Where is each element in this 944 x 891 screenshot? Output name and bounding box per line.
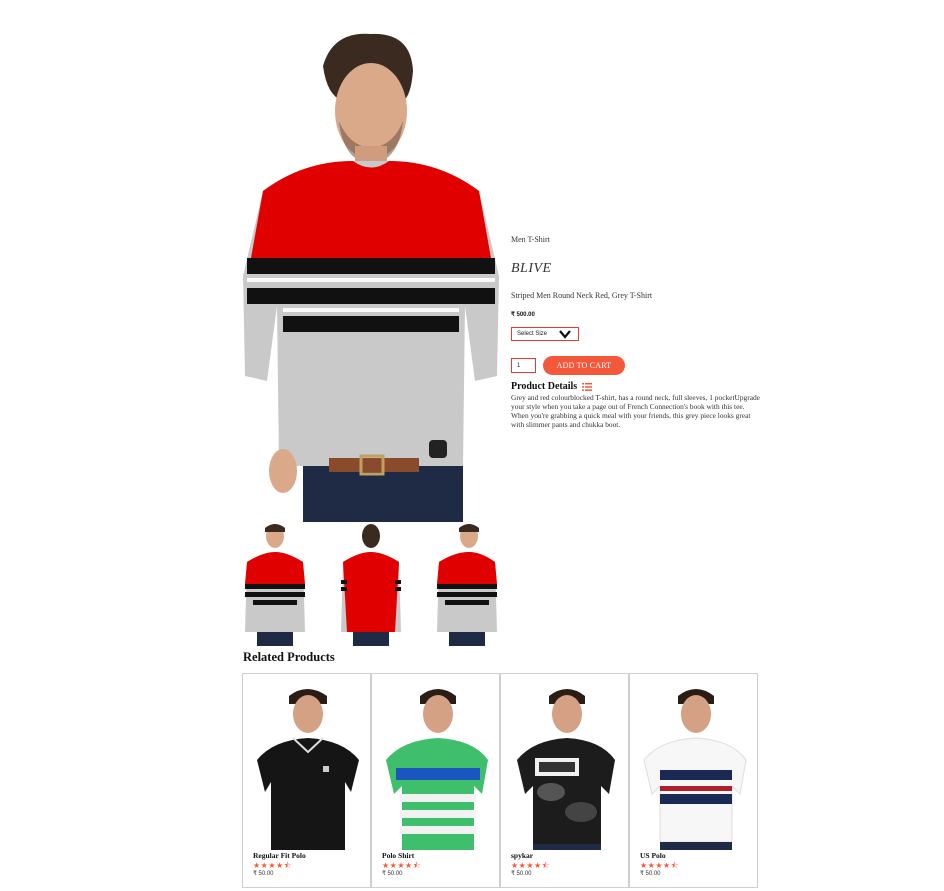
thumbnail-front[interactable] xyxy=(243,522,307,646)
product-details-text: Grey and red colourblocked T-shirt, has … xyxy=(511,393,760,429)
related-product-price: ₹ 50.00 xyxy=(253,871,274,877)
size-select-label: Select Size xyxy=(517,331,548,337)
cart-row: 1 ADD TO CART xyxy=(511,356,761,375)
quantity-input[interactable]: 1 xyxy=(511,358,536,373)
product-details-label: Product Details xyxy=(511,381,578,392)
add-to-cart-button[interactable]: ADD TO CART xyxy=(543,356,625,375)
thumbnail-side[interactable] xyxy=(435,522,499,646)
related-product-name: Regular Fit Polo xyxy=(253,851,306,860)
related-product-image xyxy=(640,682,749,850)
related-product-card[interactable]: Polo Shirt ★★★★⯪ ₹ 50.00 xyxy=(371,673,500,888)
product-details-heading: Product Details xyxy=(511,381,761,392)
chevron-down-icon xyxy=(559,330,571,339)
product-brand: BLIVE xyxy=(511,261,552,276)
related-product-name: US Polo xyxy=(640,851,666,860)
related-product-card[interactable]: US Polo ★★★★⯪ ₹ 50.00 xyxy=(629,673,758,888)
product-category: Men T-Shirt xyxy=(511,235,550,244)
related-product-image xyxy=(253,682,362,850)
related-product-card[interactable]: Regular Fit Polo ★★★★⯪ ₹ 50.00 xyxy=(242,673,371,888)
thumbnail-gallery xyxy=(243,522,499,646)
main-product-image xyxy=(243,26,499,522)
related-product-price: ₹ 50.00 xyxy=(382,871,403,877)
related-product-price: ₹ 50.00 xyxy=(640,871,661,877)
product-info: Men T-Shirt BLIVE Striped Men Round Neck… xyxy=(511,235,761,429)
related-product-image xyxy=(382,682,491,850)
size-select[interactable]: Select Size xyxy=(511,327,579,341)
product-title: Striped Men Round Neck Red, Grey T-Shirt xyxy=(511,291,653,300)
related-products-heading: Related Products xyxy=(243,650,335,664)
related-product-price: ₹ 50.00 xyxy=(511,871,532,877)
list-icon xyxy=(582,382,593,391)
thumbnail-back[interactable] xyxy=(339,522,403,646)
related-products-grid: Regular Fit Polo ★★★★⯪ ₹ 50.00 Polo Shir… xyxy=(242,673,759,888)
product-price: ₹ 500.00 xyxy=(511,312,535,318)
related-product-name: spykar xyxy=(511,851,534,860)
related-product-name: Polo Shirt xyxy=(382,851,415,860)
related-product-image xyxy=(511,682,620,850)
related-product-card[interactable]: spykar ★★★★⯪ ₹ 50.00 xyxy=(500,673,629,888)
